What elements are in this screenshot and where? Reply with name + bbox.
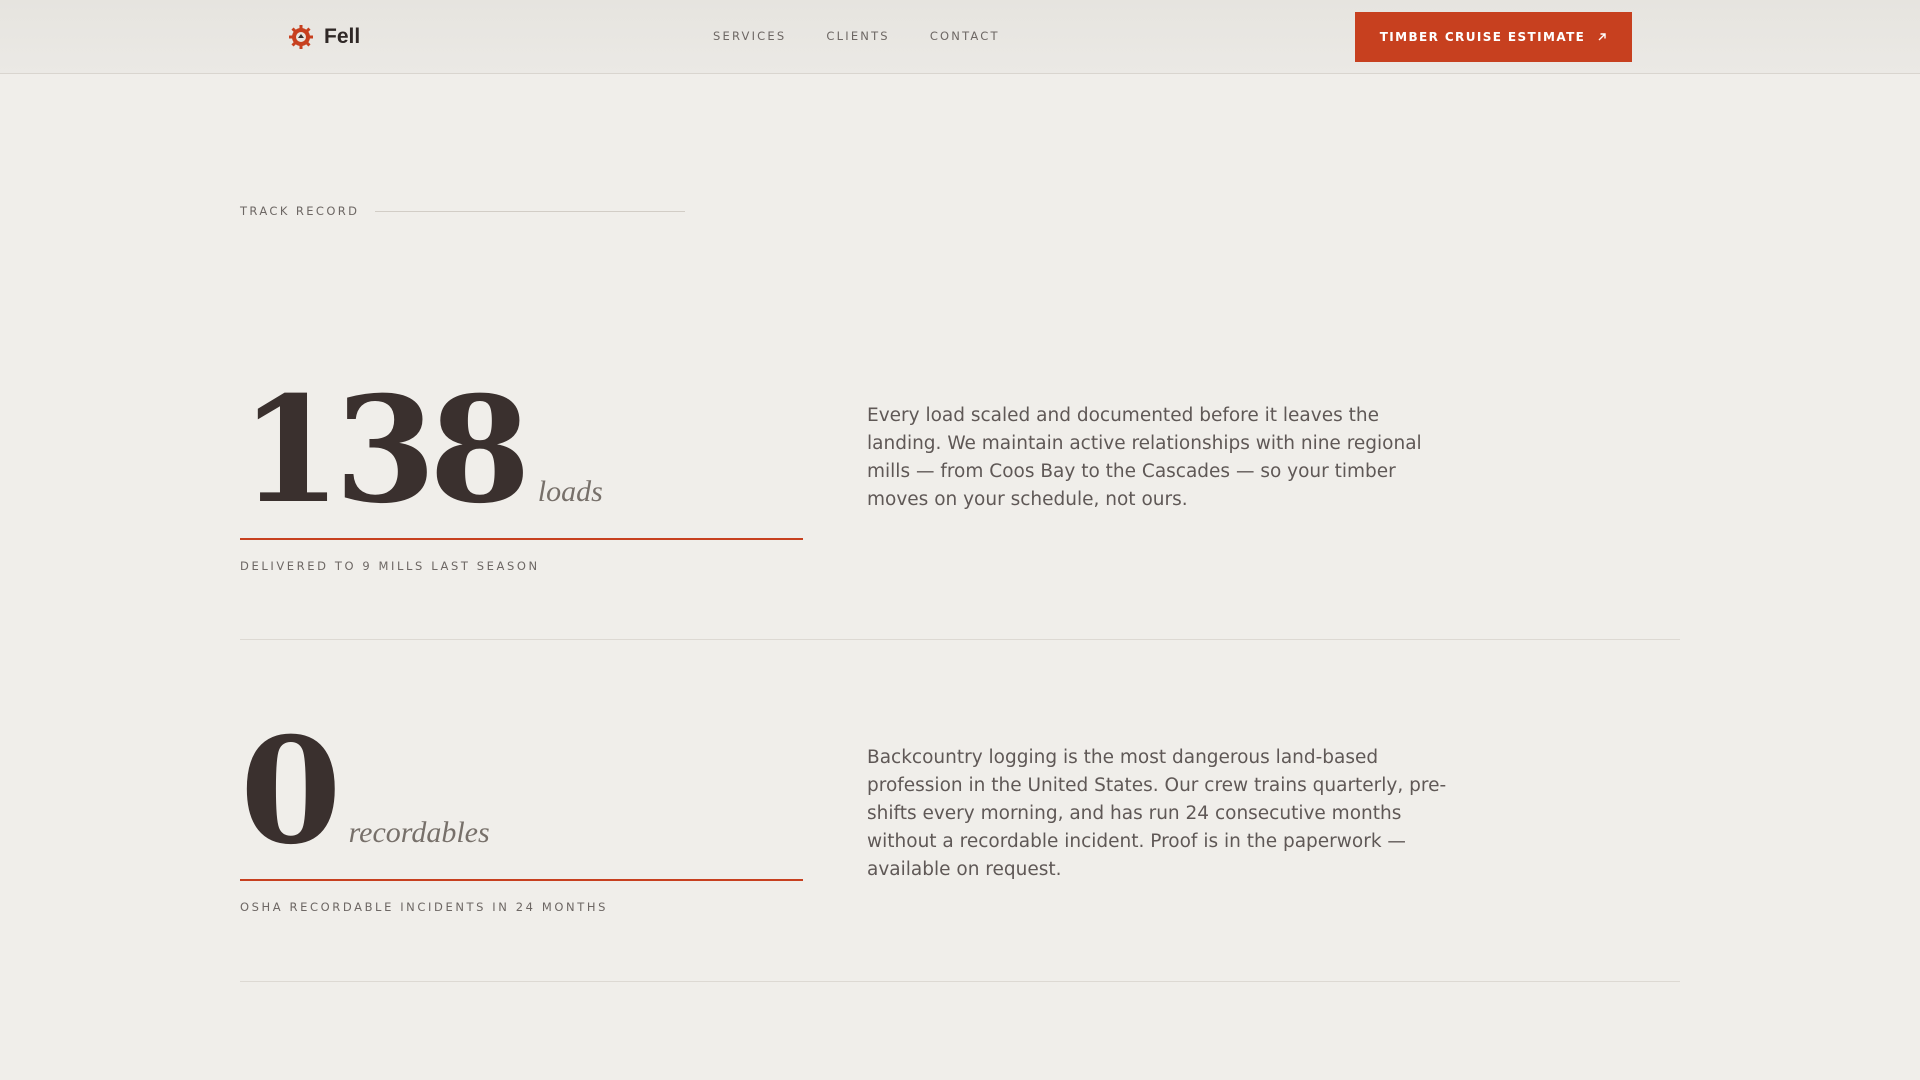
stat-unit: loads [537, 475, 603, 508]
stat-figure: 0 recordables [240, 719, 803, 865]
nav-clients[interactable]: CLIENTS [826, 29, 889, 43]
gear-saw-icon [289, 25, 313, 49]
nav-services[interactable]: SERVICES [713, 29, 786, 43]
cta-label: TIMBER CRUISE ESTIMATE [1379, 30, 1586, 44]
page: { "header": { "brand": "Fell", "brand_ic… [0, 0, 1920, 1080]
stat-number: 0 [240, 706, 342, 877]
stat-accent-rule [240, 879, 803, 881]
eyebrow-divider [375, 210, 686, 212]
main-nav: SERVICES CLIENTS CONTACT [713, 29, 1000, 43]
stat-figure-block: 138 loads DELIVERED TO 9 MILLS LAST SEAS… [240, 378, 803, 573]
stat-number: 138 [240, 365, 531, 536]
arrow-up-right-icon [1598, 33, 1606, 41]
stat-description: Every load scaled and documented before … [867, 405, 1422, 510]
section-eyebrow: TRACK RECORD [240, 204, 686, 218]
section-divider [240, 639, 1680, 640]
brand-logo-link[interactable]: Fell [288, 22, 360, 52]
eyebrow-label: TRACK RECORD [240, 204, 360, 218]
timber-cruise-estimate-button[interactable]: TIMBER CRUISE ESTIMATE [1355, 12, 1632, 62]
stat-caption: OSHA RECORDABLE INCIDENTS IN 24 MONTHS [240, 900, 608, 914]
brand-name: Fell [324, 25, 361, 48]
stat-description: Backcountry logging is the most dangerou… [867, 747, 1447, 880]
stat-unit: recordables [348, 816, 490, 849]
nav-contact[interactable]: CONTACT [930, 29, 1000, 43]
site-header: Fell SERVICES CLIENTS CONTACT TIMBER CRU… [0, 0, 1920, 74]
stat-figure: 138 loads [240, 378, 803, 524]
stat-figure-block: 0 recordables OSHA RECORDABLE INCIDENTS … [240, 719, 803, 914]
stat-caption: DELIVERED TO 9 MILLS LAST SEASON [240, 559, 540, 573]
stat-accent-rule [240, 538, 803, 540]
section-divider [240, 981, 1680, 982]
